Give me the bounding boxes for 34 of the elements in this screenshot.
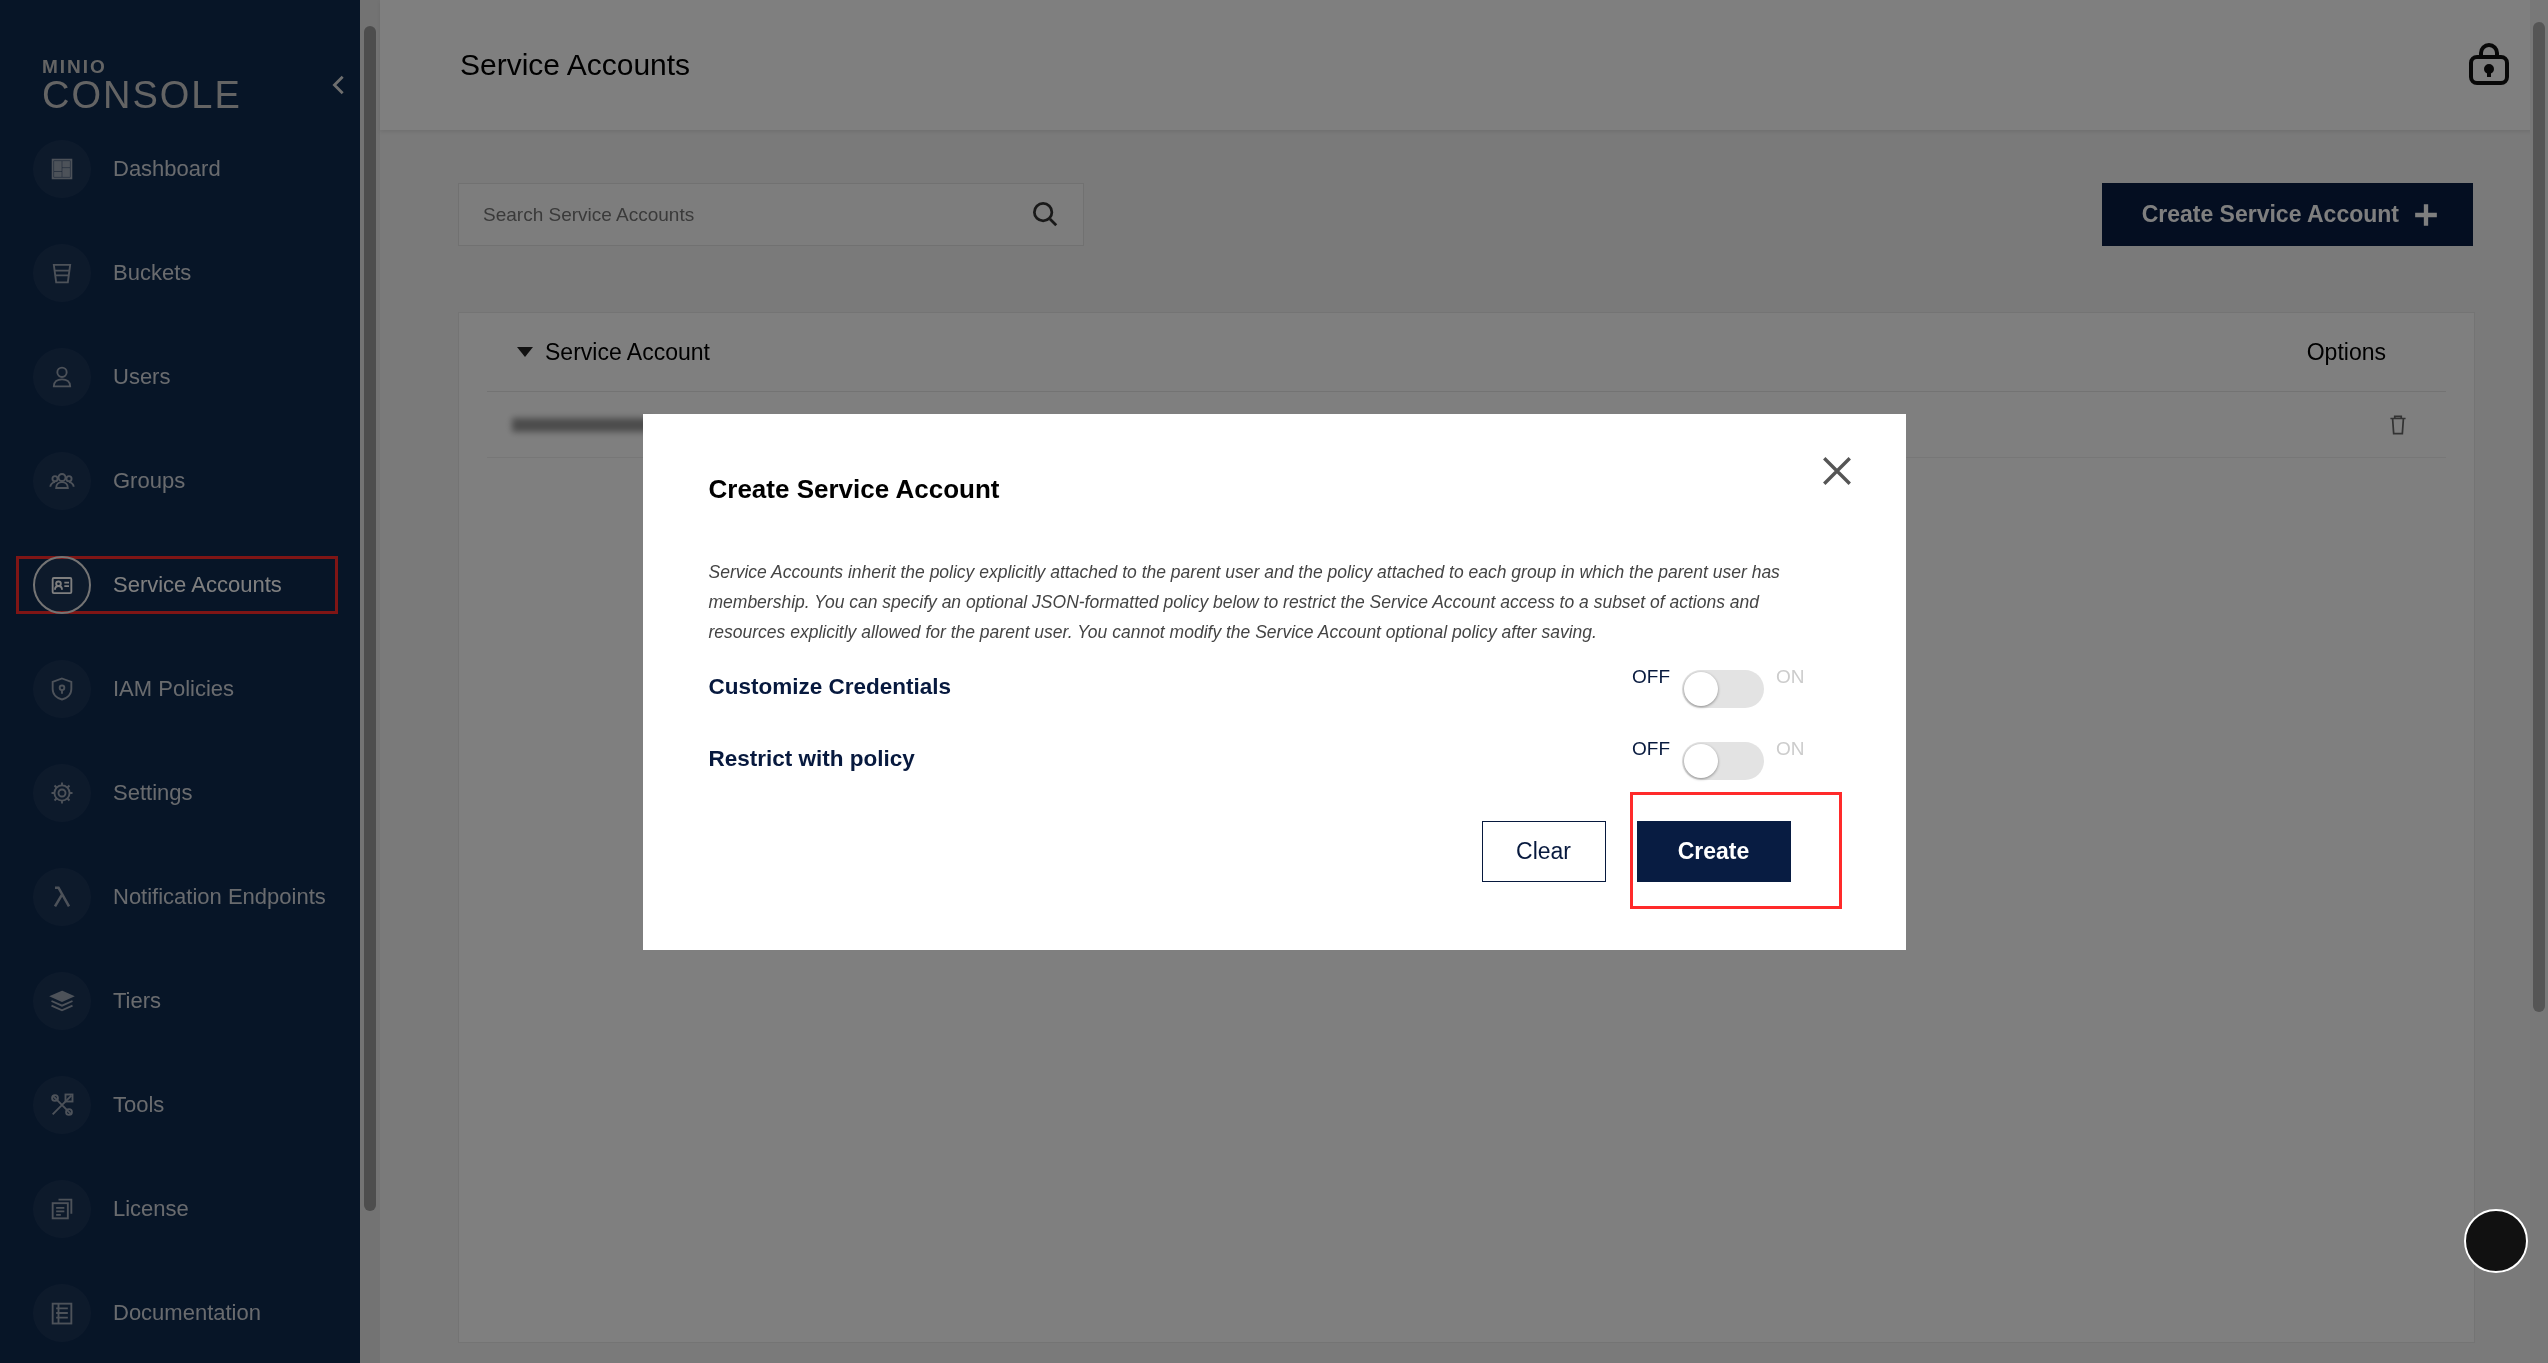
toggle-label: Customize Credentials (708, 673, 952, 700)
sidebar-item[interactable]: IAM Policies (16, 660, 338, 718)
modal-button[interactable]: Clear (1481, 820, 1606, 882)
column-header[interactable]: Service Account (545, 338, 710, 366)
sidebar-item[interactable]: Documentation (16, 1284, 338, 1342)
sidebar-item[interactable]: Notification Endpoints (16, 868, 338, 926)
column-header: Options (2306, 338, 2386, 366)
sort-icon[interactable] (517, 346, 533, 358)
plus-icon (2413, 201, 2439, 228)
search-icon (1030, 199, 1060, 229)
toggle-switch[interactable] (1682, 669, 1764, 708)
sidebar-item[interactable]: Settings (16, 764, 338, 822)
sidebar-item[interactable]: Groups (16, 452, 338, 510)
sidebar-item[interactable]: Users (16, 348, 338, 406)
logo-text: CONSOLE (42, 75, 242, 114)
toggle-switch[interactable] (1682, 741, 1764, 780)
nav-icon (48, 1091, 76, 1119)
scrollbar[interactable] (360, 0, 380, 1363)
sidebar-item[interactable]: Tiers (16, 972, 338, 1030)
sidebar-item[interactable]: Service Accounts (16, 556, 338, 614)
sidebar-item[interactable]: Dashboard (16, 140, 338, 198)
create-account-button[interactable]: Create Service Account (2101, 183, 2473, 246)
off-label: OFF (1632, 737, 1670, 760)
sidebar-item[interactable]: License (16, 1180, 338, 1238)
off-label: OFF (1632, 665, 1670, 688)
dialog-description: Service Accounts inherit the policy explicitly attached to the parent user and the policy attached to each group in which the parent user has membership. You can specify an optional JSON-formatted policy below to restrict the Service Account access to a subset of actions and resources explicitly allowed for the parent user. You cannot modify the Service Account optional policy after saving. (708, 560, 1781, 644)
search-field[interactable]: Search Service Accounts (458, 183, 1084, 246)
dialog-title: Create Service Account (708, 473, 1001, 505)
sidebar-item[interactable]: Buckets (16, 244, 338, 302)
modal-button[interactable]: Create (1636, 820, 1791, 882)
sidebar-item[interactable]: Tools (16, 1076, 338, 1134)
toggle-label: Restrict with policy (708, 745, 915, 772)
logo-text: MINIO (42, 56, 108, 76)
page-title: Service Accounts (460, 48, 691, 82)
